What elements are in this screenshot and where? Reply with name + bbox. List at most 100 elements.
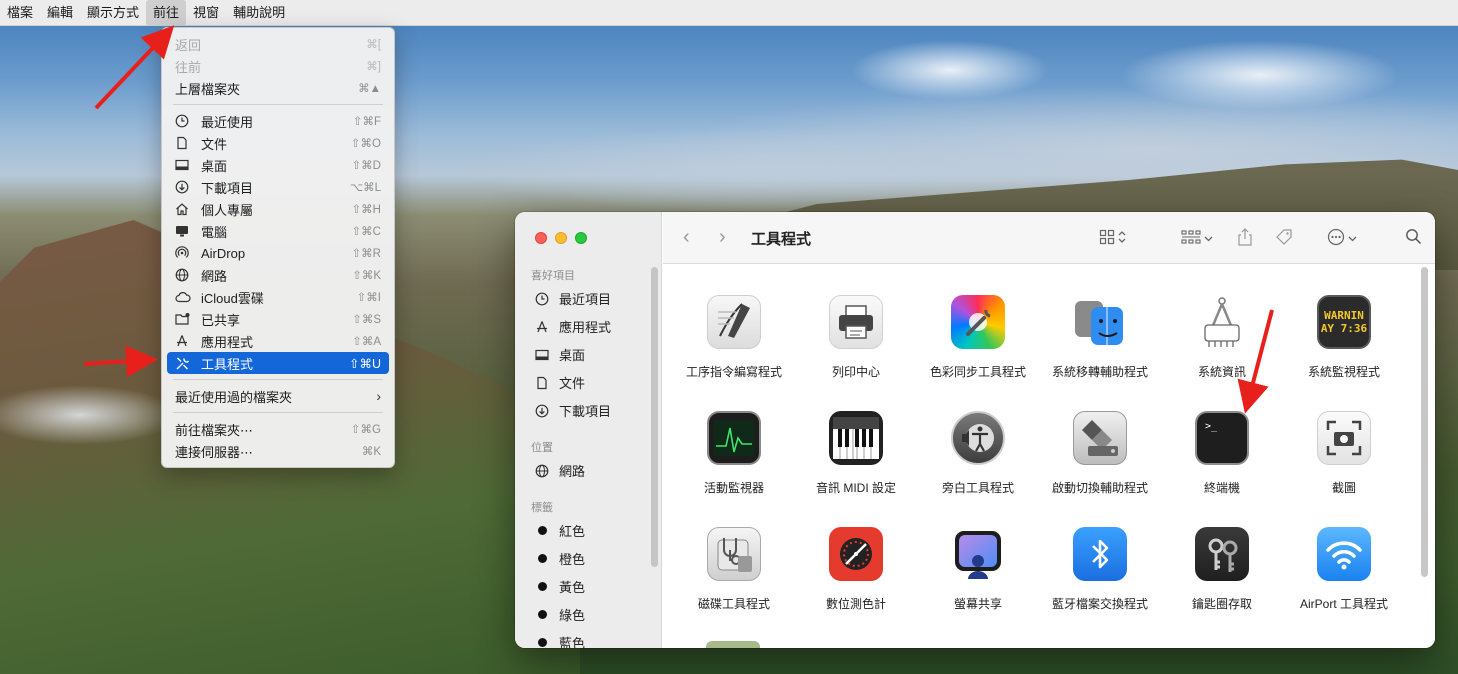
next-row-app-icon-peek — [706, 641, 760, 648]
sidebar-item-label: 文件 — [559, 376, 586, 391]
menu-item-airdrop[interactable]: AirDrop ⇧⌘R — [167, 242, 389, 264]
color-meter-icon — [829, 527, 883, 581]
app-label: AirPort 工具程式 — [1299, 597, 1388, 611]
sidebar-tag-orange[interactable]: 橙色 — [533, 549, 585, 568]
app-activity-monitor[interactable]: 活動監視器 — [673, 411, 795, 496]
sidebar-item-label: 綠色 — [559, 608, 586, 623]
annotation-arrow-to-go-menu — [94, 25, 175, 110]
menu-window[interactable]: 視窗 — [186, 0, 226, 26]
menu-item-label: 最近使用 — [201, 114, 254, 130]
menu-item-label: 下載項目 — [201, 180, 254, 196]
zoom-button[interactable] — [575, 232, 587, 244]
app-bluetooth-file-exchange[interactable]: 藍牙檔案交換程式 — [1039, 527, 1161, 612]
annotation-arrow-to-utilities — [83, 345, 158, 378]
group-grid-icon — [1181, 229, 1201, 248]
menu-go[interactable]: 前往 — [146, 0, 187, 26]
tag-dot-icon — [533, 523, 551, 539]
menu-view[interactable]: 顯示方式 — [80, 0, 146, 26]
minimize-button[interactable] — [555, 232, 567, 244]
app-screen-sharing[interactable]: 螢幕共享 — [917, 527, 1039, 612]
sidebar-section-tags: 標籤 — [531, 502, 553, 514]
app-label: 鑰匙圈存取 — [1191, 597, 1252, 611]
app-print-center[interactable]: 列印中心 — [795, 295, 917, 380]
share-button[interactable] — [1237, 227, 1253, 248]
menu-item-downloads[interactable]: 下載項目 ⌥⌘L — [167, 176, 389, 198]
menu-item-computer[interactable]: 電腦 ⇧⌘C — [167, 220, 389, 242]
sidebar-tag-yellow[interactable]: 黃色 — [533, 577, 585, 596]
group-by-button[interactable] — [1181, 228, 1213, 248]
forward-button[interactable]: › — [719, 226, 726, 249]
app-digital-color-meter[interactable]: 數位測色計 — [795, 527, 917, 612]
app-migration-assistant[interactable]: 系統移轉輔助程式 — [1039, 295, 1161, 380]
menu-item-forward[interactable]: 往前 ⌘] — [167, 55, 389, 77]
console-icon: WARNIN AY 7:36 — [1317, 295, 1371, 349]
search-button[interactable] — [1405, 228, 1422, 248]
menu-item-recent-folders[interactable]: 最近使用過的檔案夾 › — [167, 385, 389, 407]
sidebar-item-applications[interactable]: 應用程式 — [533, 317, 611, 336]
menu-item-network[interactable]: 網路 ⇧⌘K — [167, 264, 389, 286]
menu-item-shared[interactable]: 已共享 ⇧⌘S — [167, 308, 389, 330]
icon-view-button[interactable] — [1099, 228, 1126, 248]
document-icon — [175, 135, 195, 151]
menu-item-documents[interactable]: 文件 ⇧⌘O — [167, 132, 389, 154]
menu-item-applications[interactable]: 應用程式 ⇧⌘A — [167, 330, 389, 352]
app-terminal[interactable]: >_ 終端機 — [1161, 411, 1283, 496]
sidebar-tag-green[interactable]: 綠色 — [533, 605, 585, 624]
shared-folder-icon — [175, 311, 195, 327]
app-screenshot[interactable]: 截圖 — [1283, 411, 1405, 496]
close-button[interactable] — [535, 232, 547, 244]
network-icon — [533, 463, 551, 479]
sidebar-item-label: 紅色 — [559, 524, 586, 539]
sidebar-item-desktop[interactable]: 桌面 — [533, 345, 585, 364]
menu-item-label: 前往檔案夾⋯ — [175, 422, 254, 438]
screenshot-icon — [1317, 411, 1371, 465]
sidebar-item-downloads[interactable]: 下載項目 — [533, 401, 611, 420]
menu-help[interactable]: 輔助說明 — [226, 0, 292, 26]
sidebar-tag-red[interactable]: 紅色 — [533, 521, 585, 540]
disk-utility-icon — [707, 527, 761, 581]
content-scrollbar[interactable] — [1421, 267, 1428, 577]
menu-item-home[interactable]: 個人專屬 ⇧⌘H — [167, 198, 389, 220]
window-title: 工具程式 — [751, 231, 812, 248]
app-console[interactable]: WARNIN AY 7:36 系統監視程式 — [1283, 295, 1405, 380]
cloud-decoration — [1120, 40, 1400, 110]
menu-item-shortcut: ⇧⌘R — [351, 248, 381, 260]
app-audio-midi-setup[interactable]: 音訊 MIDI 設定 — [795, 411, 917, 496]
go-menu-dropdown: 返回 ⌘[ 往前 ⌘] 上層檔案夾 ⌘▲ 最近使用 ⇧⌘F 文件 ⇧⌘O 桌面 … — [161, 27, 395, 468]
menu-edit[interactable]: 編輯 — [40, 0, 80, 26]
menu-item-back[interactable]: 返回 ⌘[ — [167, 33, 389, 55]
app-voiceover-utility[interactable]: 旁白工具程式 — [917, 411, 1039, 496]
sidebar-scrollbar[interactable] — [651, 267, 658, 567]
sidebar-item-documents[interactable]: 文件 — [533, 373, 585, 392]
clock-icon — [175, 113, 195, 129]
menu-item-go-to-folder[interactable]: 前往檔案夾⋯ ⇧⌘G — [167, 418, 389, 440]
terminal-icon: >_ — [1195, 411, 1249, 465]
menu-item-label: 連接伺服器⋯ — [175, 444, 254, 460]
menu-item-connect-server[interactable]: 連接伺服器⋯ ⌘K — [167, 440, 389, 462]
menu-file[interactable]: 檔案 — [0, 0, 40, 26]
menu-item-recents[interactable]: 最近使用 ⇧⌘F — [167, 110, 389, 132]
app-keychain-access[interactable]: 鑰匙圈存取 — [1161, 527, 1283, 612]
tag-button[interactable] — [1275, 228, 1293, 248]
sidebar-tag-blue[interactable]: 藍色 — [533, 633, 585, 648]
app-boot-camp-assistant[interactable]: 啟動切換輔助程式 — [1039, 411, 1161, 496]
back-button[interactable]: ‹ — [683, 226, 690, 249]
app-airport-utility[interactable]: AirPort 工具程式 — [1283, 527, 1405, 612]
more-actions-button[interactable] — [1327, 228, 1357, 248]
tag-dot-icon — [533, 635, 551, 649]
app-script-editor[interactable]: 工序指令編寫程式 — [673, 295, 795, 380]
menu-item-label: 桌面 — [201, 158, 228, 174]
menu-item-utilities[interactable]: 工具程式 ⇧⌘U — [167, 352, 389, 374]
menu-item-desktop[interactable]: 桌面 ⇧⌘D — [167, 154, 389, 176]
menu-item-label: 最近使用過的檔案夾 — [175, 389, 293, 405]
sidebar-item-recents[interactable]: 最近項目 — [533, 289, 611, 308]
menu-item-enclosing-folder[interactable]: 上層檔案夾 ⌘▲ — [167, 77, 389, 99]
menu-item-shortcut: ⇧⌘A — [352, 336, 381, 348]
finder-toolbar: ‹ › 工具程式 — [663, 212, 1435, 264]
app-colorsync-utility[interactable]: 色彩同步工具程式 — [917, 295, 1039, 380]
menu-item-shortcut: ⇧⌘C — [351, 226, 381, 238]
sidebar-item-network[interactable]: 網路 — [533, 461, 585, 480]
app-disk-utility[interactable]: 磁碟工具程式 — [673, 527, 795, 612]
menu-item-icloud-drive[interactable]: iCloud雲碟 ⇧⌘I — [167, 286, 389, 308]
app-system-information[interactable]: 系統資訊 — [1161, 295, 1283, 380]
